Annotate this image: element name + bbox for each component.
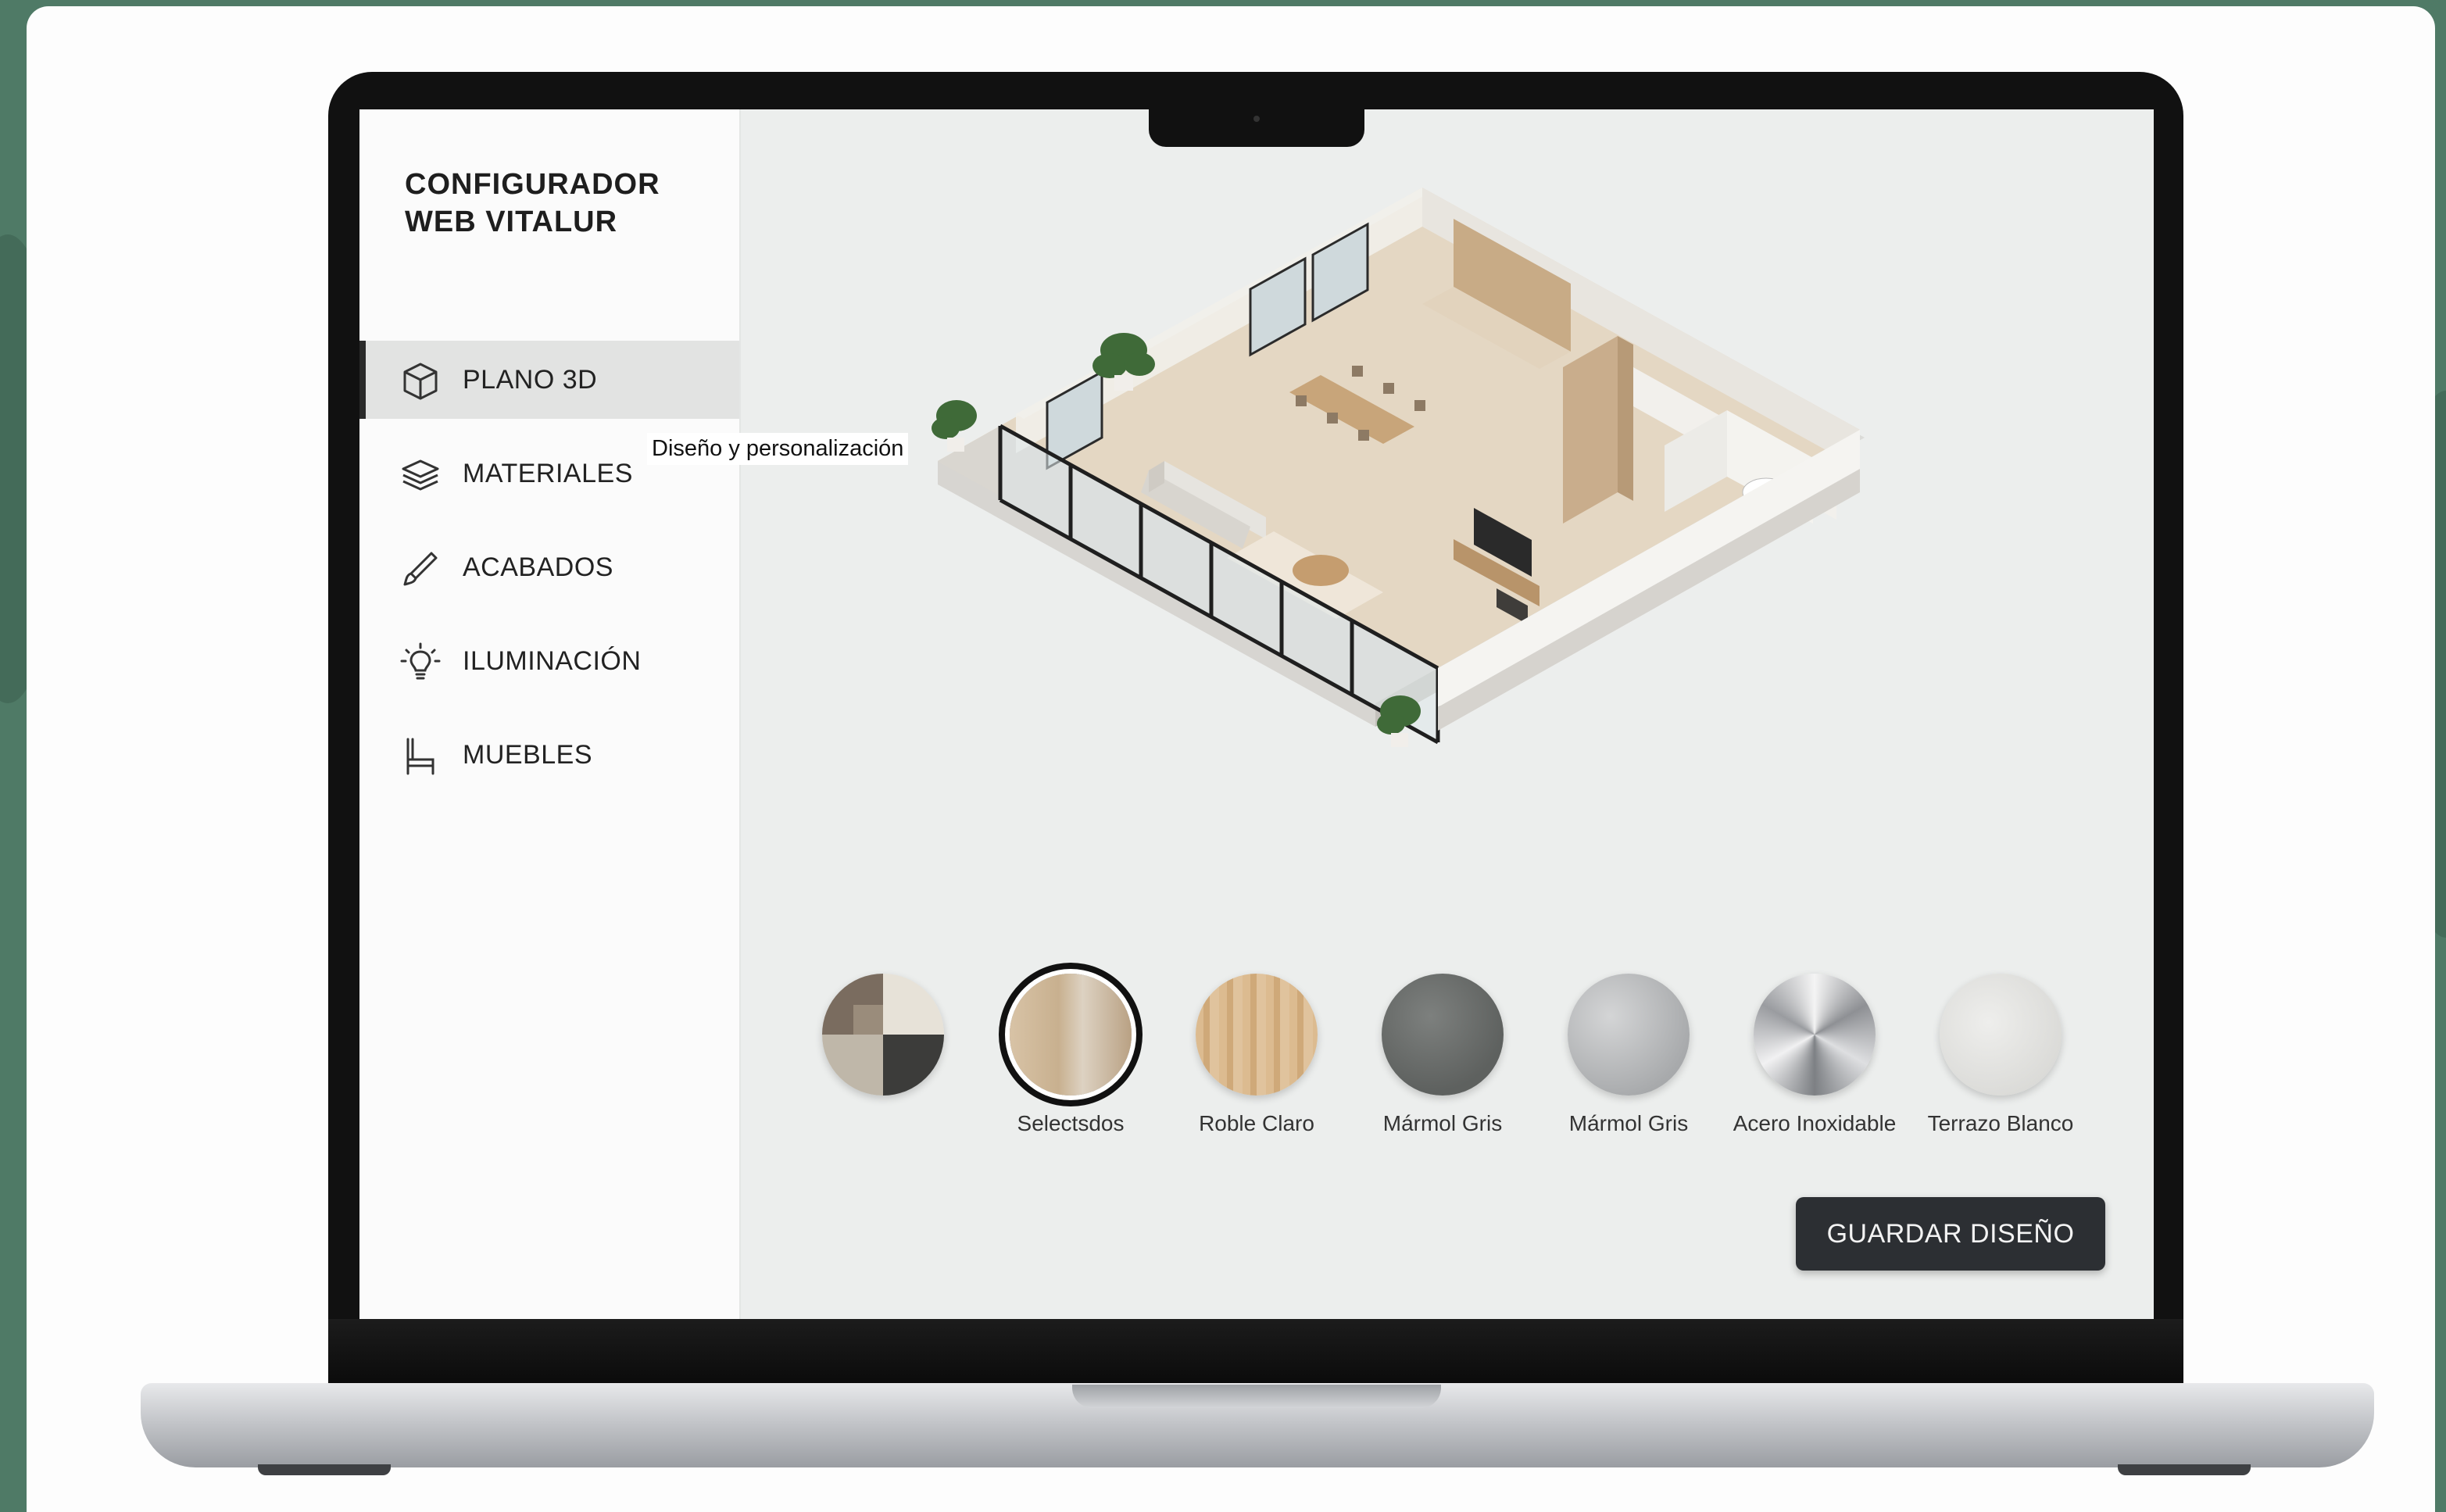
sidebar-item-acabados[interactable]: ACABADOS: [359, 528, 739, 606]
swatch-acero-inoxidable[interactable]: [1754, 974, 1876, 1096]
sidebar-item-label: MUEBLES: [463, 739, 592, 770]
laptop-foot: [258, 1464, 391, 1475]
swatch-label: Selectsdos: [1017, 1111, 1125, 1135]
swatch-roble-claro[interactable]: [1196, 974, 1318, 1096]
3d-floor-plan[interactable]: [914, 164, 1977, 914]
swatch-label: Mármol Gris: [1382, 1111, 1503, 1135]
brush-icon: [403, 552, 438, 586]
sidebar-item-label: MATERIALES: [463, 458, 633, 488]
sidebar-item-label: PLANO 3D: [463, 364, 598, 395]
sidebar-item-muebles[interactable]: MUEBLES: [359, 716, 739, 794]
camera-icon: [1253, 116, 1260, 122]
laptop-screen: CONFIGURADOR WEB VITALUR PLANO 3D MATERI…: [359, 109, 2154, 1319]
camera-notch: [1149, 109, 1364, 147]
swatch-label: Terrazo Blanco: [1927, 1111, 2074, 1135]
tooltip: Diseño y personalización: [647, 433, 909, 465]
lightbulb-icon: [400, 642, 441, 680]
sidebar-item-plano-3d[interactable]: PLANO 3D: [359, 341, 739, 419]
swatch-selectsdos[interactable]: [1010, 974, 1132, 1096]
sidebar-item-label: ILUMINACIÓN: [463, 645, 642, 676]
swatch-label: Roble Claro: [1199, 1111, 1314, 1135]
swatch-label: Mármol Gris: [1568, 1111, 1689, 1135]
swatch-marmol-gris-oscuro[interactable]: [1382, 974, 1504, 1096]
laptop-chin: [328, 1319, 2183, 1388]
chair-icon: [406, 738, 434, 775]
swatch-label: Acero Inoxidable: [1733, 1111, 1897, 1135]
cube-icon: [403, 363, 438, 400]
save-design-button[interactable]: GUARDAR DISEÑO: [1796, 1197, 2105, 1271]
laptop-trackpad-groove: [1072, 1385, 1441, 1408]
brand-title: CONFIGURADOR WEB VITALUR: [405, 166, 733, 241]
laptop-foot: [2118, 1464, 2251, 1475]
mixed-materials-swatch-icon: [822, 974, 944, 1096]
sidebar: CONFIGURADOR WEB VITALUR PLANO 3D MATERI…: [359, 109, 741, 1319]
sidebar-item-iluminacion[interactable]: ILUMINACIÓN: [359, 622, 739, 700]
sidebar-item-label: ACABADOS: [463, 552, 613, 582]
swatch-terrazo-blanco[interactable]: [1940, 974, 2062, 1096]
brand-line-1: CONFIGURADOR: [405, 168, 660, 201]
layers-icon: [402, 459, 439, 491]
swatch-mixed-materials[interactable]: [822, 974, 944, 1096]
brand-line-2: WEB VITALUR: [405, 206, 618, 238]
swatch-marmol-gris-claro[interactable]: [1568, 974, 1690, 1096]
